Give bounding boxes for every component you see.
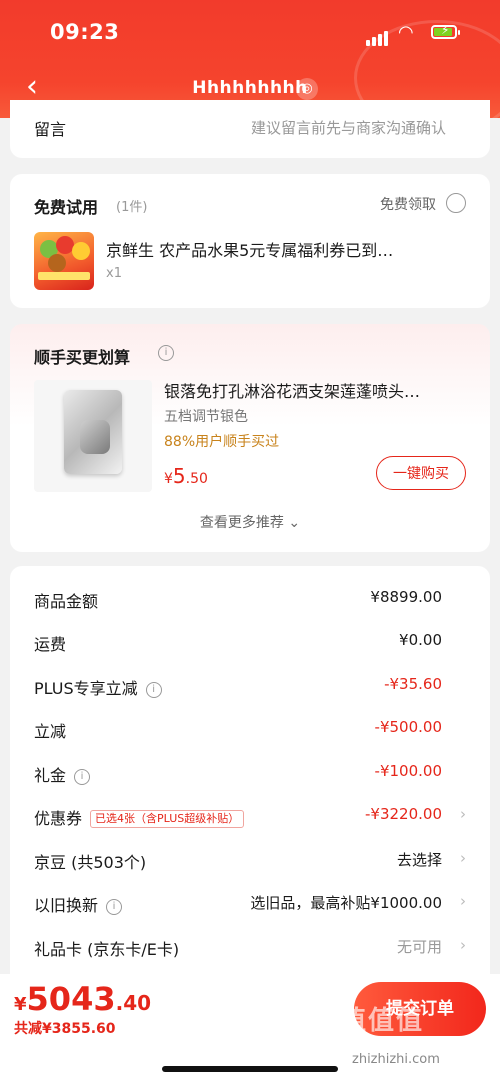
free-claim-label[interactable]: 免费领取 — [380, 194, 436, 214]
summary-value: -¥100.00 — [374, 762, 442, 780]
summary-value: -¥500.00 — [374, 718, 442, 736]
summary-row-gift-money: 礼金 i -¥100.00 — [10, 750, 490, 794]
total-price: ¥5043.40 — [14, 980, 151, 1018]
summary-row-shipping: 运费 ¥0.00 — [10, 619, 490, 663]
chevron-right-icon: › — [460, 892, 466, 910]
summary-label: 礼品卡 (京东卡/E卡) — [34, 940, 180, 959]
chevron-right-icon: › — [460, 805, 466, 823]
status-time: 09:23 — [50, 20, 120, 44]
summary-row-jingdou[interactable]: 京豆 (共503个) 去选择 › — [10, 837, 490, 881]
summary-value: 无可用 — [396, 938, 442, 956]
info-icon[interactable]: i — [74, 769, 91, 785]
price-symbol: ¥ — [164, 471, 173, 487]
total-integer: 5043 — [26, 980, 116, 1018]
summary-label: 优惠券 已选4张（含PLUS超级补贴） — [34, 805, 245, 829]
remark-hint[interactable]: 建议留言前先与商家沟通确认 — [251, 117, 446, 138]
summary-value: 选旧品，最高补贴¥1000.00 — [250, 894, 442, 912]
info-icon[interactable]: i — [158, 345, 174, 361]
total-symbol: ¥ — [14, 994, 27, 1015]
summary-value: -¥35.60 — [384, 675, 442, 693]
chevron-right-icon: › — [460, 936, 466, 954]
price-summary-card: 商品金额 ¥8899.00 运费 ¥0.00 PLUS专享立减 i -¥35.60… — [10, 566, 490, 986]
summary-row-instant-discount: 立减 -¥500.00 — [10, 706, 490, 750]
total-decimal: .40 — [115, 991, 152, 1015]
free-trial-title: 免费试用 — [34, 198, 99, 217]
summary-label: 运费 — [34, 635, 67, 654]
trade-in-label: 以旧换新 — [34, 896, 99, 915]
location-icon[interactable]: ◎ — [296, 78, 318, 100]
battery-icon: ⚡ — [431, 23, 460, 39]
add-on-price: ¥5.50 — [164, 464, 208, 488]
summary-row-gift-card[interactable]: 礼品卡 (京东卡/E卡) 无可用 › — [10, 924, 490, 968]
add-on-title: 顺手买更划算 — [34, 348, 131, 367]
total-saved: 共减¥3855.60 — [14, 1021, 116, 1037]
shower-bracket-holder — [80, 420, 110, 454]
watermark: 值值值 — [340, 1006, 425, 1036]
signal-icon — [366, 27, 390, 46]
free-trial-card: 免费试用 (1件) 免费领取 京鲜生 农产品水果5元专属福利券已到… x1 — [10, 174, 490, 308]
page-title: Hhhhhhhhh — [192, 78, 308, 98]
more-recommendations-link[interactable]: 查看更多推荐 ⌄ — [10, 512, 490, 532]
summary-row-plus-discount: PLUS专享立减 i -¥35.60 — [10, 663, 490, 707]
add-on-spec: 五档调节银色 — [164, 409, 248, 425]
add-on-rate: 88%用户顺手买过 — [164, 434, 280, 450]
summary-value: ¥0.00 — [399, 631, 442, 649]
price-decimal: .50 — [185, 471, 208, 487]
summary-value: 去选择 — [396, 851, 442, 869]
free-trial-product-name[interactable]: 京鲜生 农产品水果5元专属福利券已到… — [106, 237, 470, 261]
summary-label: 礼金 i — [34, 762, 91, 786]
summary-label: 商品金额 — [34, 592, 99, 611]
remark-card[interactable]: 留言 建议留言前先与商家沟通确认 — [10, 100, 490, 158]
home-indicator[interactable] — [162, 1066, 338, 1072]
one-click-buy-button[interactable]: 一键购买 — [376, 456, 466, 490]
summary-row-goods-amount: 商品金额 ¥8899.00 — [10, 576, 490, 620]
add-on-product-image[interactable] — [34, 380, 152, 492]
chevron-right-icon: › — [460, 849, 466, 867]
summary-row-trade-in[interactable]: 以旧换新 i 选旧品，最高补贴¥1000.00 › — [10, 880, 490, 924]
summary-label: 以旧换新 i — [34, 892, 123, 916]
free-trial-thumbnail[interactable] — [34, 232, 94, 290]
free-trial-qty: x1 — [106, 266, 122, 281]
watermark-url: zhizhizhi.com — [352, 1052, 440, 1067]
info-icon[interactable]: i — [106, 899, 123, 915]
summary-label: 立减 — [34, 722, 67, 741]
remark-label: 留言 — [34, 120, 67, 139]
thumbnail-caption-band — [38, 272, 90, 280]
plus-discount-label: PLUS专享立减 — [34, 679, 138, 698]
summary-row-coupon[interactable]: 优惠券 已选4张（含PLUS超级补贴） -¥3220.00 › — [10, 793, 490, 837]
coupon-tag: 已选4张（含PLUS超级补贴） — [90, 810, 245, 828]
gift-money-label: 礼金 — [34, 766, 67, 785]
coupon-label: 优惠券 — [34, 809, 83, 828]
free-trial-count: (1件) — [116, 200, 148, 215]
price-integer: 5 — [172, 464, 186, 488]
summary-value: ¥8899.00 — [370, 588, 442, 606]
wifi-icon: ◠ — [398, 22, 414, 43]
summary-label: PLUS专享立减 i — [34, 675, 162, 699]
free-claim-radio[interactable] — [446, 193, 466, 213]
info-icon[interactable]: i — [145, 682, 162, 698]
summary-label: 京豆 (共503个) — [34, 853, 147, 872]
status-bar: 09:23 ◠ ⚡ — [0, 0, 500, 60]
add-on-card: 顺手买更划算 i 银落免打孔淋浴花洒支架莲蓬喷头… 五档调节银色 88%用户顺手… — [10, 324, 490, 552]
summary-value: -¥3220.00 — [365, 805, 442, 823]
add-on-product-name[interactable]: 银落免打孔淋浴花洒支架莲蓬喷头… — [164, 378, 464, 402]
